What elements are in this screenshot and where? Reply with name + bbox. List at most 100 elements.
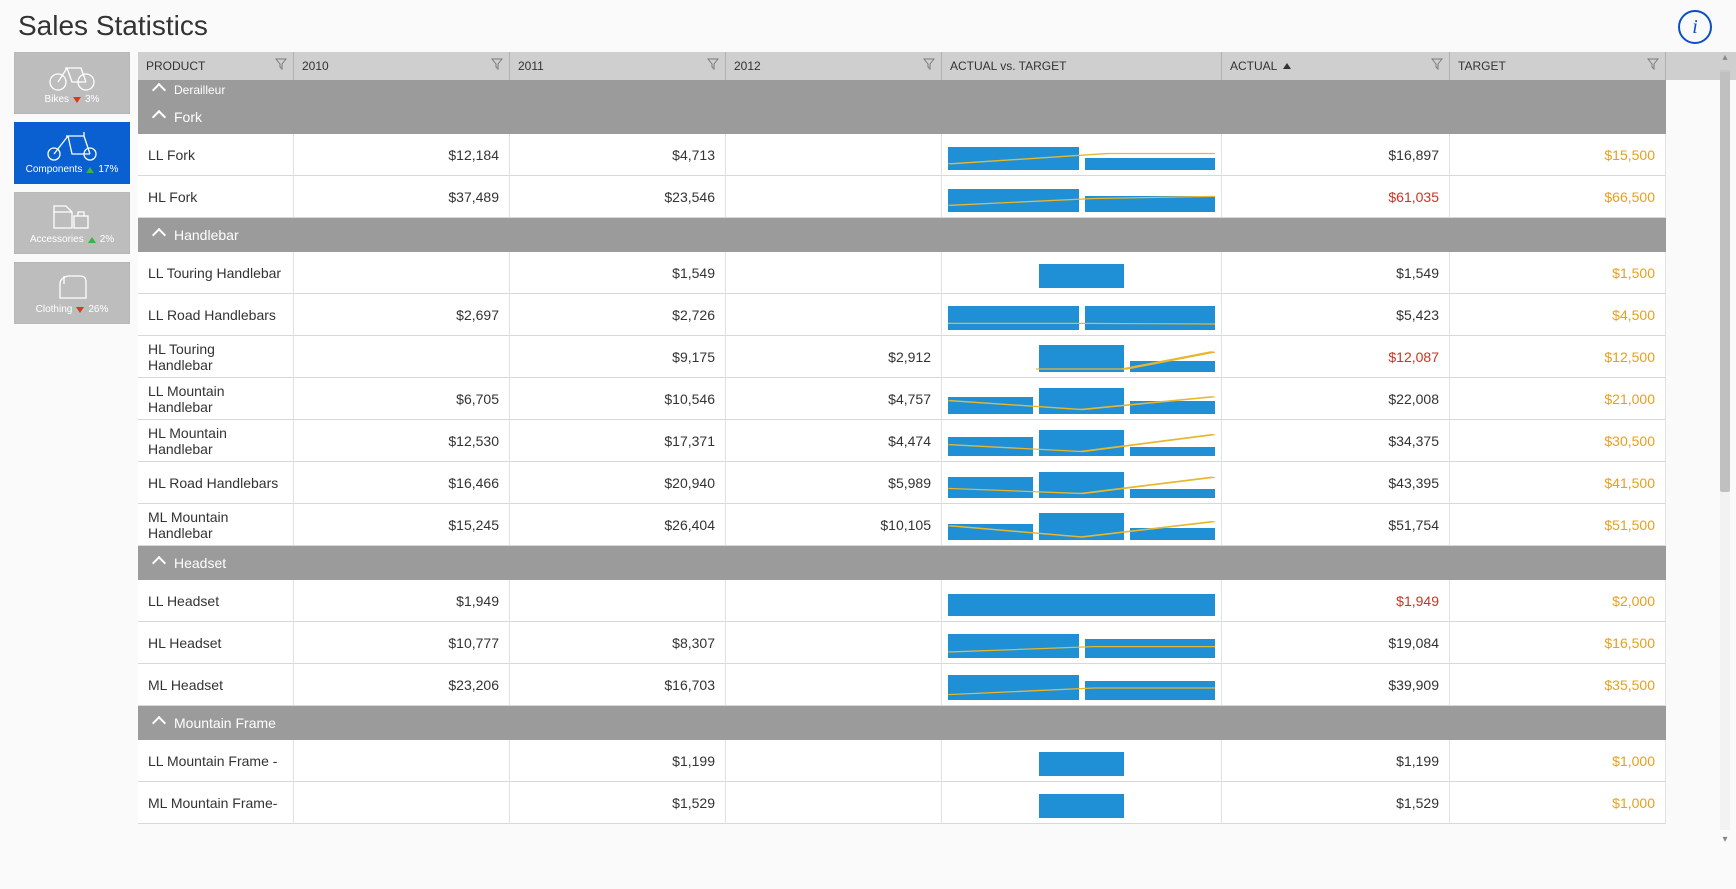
sparkline-chart xyxy=(948,746,1215,776)
spark-bar xyxy=(1085,639,1216,658)
group-header-handlebar[interactable]: Handlebar xyxy=(138,218,1666,252)
vertical-scrollbar[interactable]: ▴ ▾ xyxy=(1718,50,1732,850)
cell-product: ML Mountain Frame- xyxy=(138,782,294,824)
group-header-mountain-frame[interactable]: Mountain Frame xyxy=(138,706,1666,740)
cell-y2012 xyxy=(726,580,942,622)
cell-actual: $39,909 xyxy=(1222,664,1450,706)
cell-actual: $1,949 xyxy=(1222,580,1450,622)
sparkline-chart xyxy=(948,258,1215,288)
cell-chart xyxy=(942,664,1222,706)
cell-y2010: $15,245 xyxy=(294,504,510,546)
info-button[interactable]: i xyxy=(1678,10,1712,44)
spark-bar xyxy=(1130,401,1215,414)
cell-chart xyxy=(942,134,1222,176)
column-header-y2012[interactable]: 2012 xyxy=(726,52,942,80)
cell-chart xyxy=(942,252,1222,294)
scroll-thumb[interactable] xyxy=(1720,72,1730,492)
cell-y2010: $6,705 xyxy=(294,378,510,420)
cell-target: $21,000 xyxy=(1450,378,1666,420)
sparkline-chart xyxy=(948,384,1215,414)
components-icon xyxy=(44,130,100,164)
cell-actual: $12,087 xyxy=(1222,336,1450,378)
cell-target: $35,500 xyxy=(1450,664,1666,706)
cell-chart xyxy=(942,580,1222,622)
sparkline-chart xyxy=(948,628,1215,658)
cell-y2010 xyxy=(294,252,510,294)
chevron-up-icon xyxy=(152,110,166,124)
spark-bar xyxy=(1039,345,1124,372)
cell-y2010: $2,697 xyxy=(294,294,510,336)
cell-y2010 xyxy=(294,782,510,824)
cell-y2012 xyxy=(726,134,942,176)
category-label: Bikes xyxy=(45,94,69,106)
column-label: 2011 xyxy=(518,59,544,73)
filter-icon[interactable] xyxy=(275,58,287,73)
cell-y2010: $16,466 xyxy=(294,462,510,504)
sparkline-chart xyxy=(948,510,1215,540)
trend-up-icon xyxy=(86,167,94,173)
cell-y2011: $26,404 xyxy=(510,504,726,546)
cell-target: $66,500 xyxy=(1450,176,1666,218)
filter-icon[interactable] xyxy=(707,58,719,73)
cell-chart xyxy=(942,378,1222,420)
category-tile-components[interactable]: Components17% xyxy=(14,122,130,184)
scroll-down-arrow[interactable]: ▾ xyxy=(1718,834,1732,848)
cell-chart xyxy=(942,622,1222,664)
column-header-actual[interactable]: ACTUAL xyxy=(1222,52,1450,80)
cell-chart xyxy=(942,504,1222,546)
sparkline-chart xyxy=(948,342,1215,372)
filter-icon[interactable] xyxy=(923,58,935,73)
cell-chart xyxy=(942,336,1222,378)
spark-bar xyxy=(948,594,1215,616)
spark-bar xyxy=(1039,430,1124,456)
spark-bar xyxy=(1039,752,1124,776)
column-header-y2010[interactable]: 2010 xyxy=(294,52,510,80)
sparkline-chart xyxy=(948,788,1215,818)
cell-y2011: $23,546 xyxy=(510,176,726,218)
category-tile-accessories[interactable]: Accessories2% xyxy=(14,192,130,254)
category-label: Accessories xyxy=(30,234,84,246)
cell-target: $1,000 xyxy=(1450,782,1666,824)
cell-y2012: $4,474 xyxy=(726,420,942,462)
cell-y2012 xyxy=(726,176,942,218)
cell-product: LL Touring Handlebar xyxy=(138,252,294,294)
column-header-target[interactable]: TARGET xyxy=(1450,52,1666,80)
scroll-up-arrow[interactable]: ▴ xyxy=(1718,52,1732,66)
cell-y2012 xyxy=(726,740,942,782)
cell-y2011: $1,199 xyxy=(510,740,726,782)
cell-y2010: $23,206 xyxy=(294,664,510,706)
filter-icon[interactable] xyxy=(491,58,503,73)
category-tile-bikes[interactable]: Bikes 3% xyxy=(14,52,130,114)
cell-product: HL Touring Handlebar xyxy=(138,336,294,378)
sparkline-chart xyxy=(948,182,1215,212)
filter-icon[interactable] xyxy=(1647,58,1659,73)
column-header-y2011[interactable]: 2011 xyxy=(510,52,726,80)
spark-bar xyxy=(1039,388,1124,414)
category-change: 3% xyxy=(85,94,99,106)
group-label: Handlebar xyxy=(174,227,239,243)
category-tile-clothing[interactable]: Clothing26% xyxy=(14,262,130,324)
group-header-derailleur[interactable]: Derailleur xyxy=(138,80,1666,100)
accessories-icon xyxy=(50,200,94,234)
cell-target: $51,500 xyxy=(1450,504,1666,546)
sort-asc-icon xyxy=(1283,63,1291,69)
sparkline-chart xyxy=(948,426,1215,456)
cell-product: HL Road Handlebars xyxy=(138,462,294,504)
cell-target: $2,000 xyxy=(1450,580,1666,622)
group-label: Headset xyxy=(174,555,226,571)
group-header-fork[interactable]: Fork xyxy=(138,100,1666,134)
cell-target: $30,500 xyxy=(1450,420,1666,462)
group-label: Mountain Frame xyxy=(174,715,276,731)
group-label: Derailleur xyxy=(174,83,225,97)
cell-y2011: $20,940 xyxy=(510,462,726,504)
bikes-icon xyxy=(47,60,97,94)
cell-target: $41,500 xyxy=(1450,462,1666,504)
spark-bar xyxy=(1039,794,1124,818)
cell-y2011: $1,549 xyxy=(510,252,726,294)
column-header-product[interactable]: PRODUCT xyxy=(138,52,294,80)
column-label: PRODUCT xyxy=(146,59,205,73)
group-header-headset[interactable]: Headset xyxy=(138,546,1666,580)
filter-icon[interactable] xyxy=(1431,58,1443,73)
clothing-icon xyxy=(52,270,92,304)
column-header-avt[interactable]: ACTUAL vs. TARGET xyxy=(942,52,1222,80)
